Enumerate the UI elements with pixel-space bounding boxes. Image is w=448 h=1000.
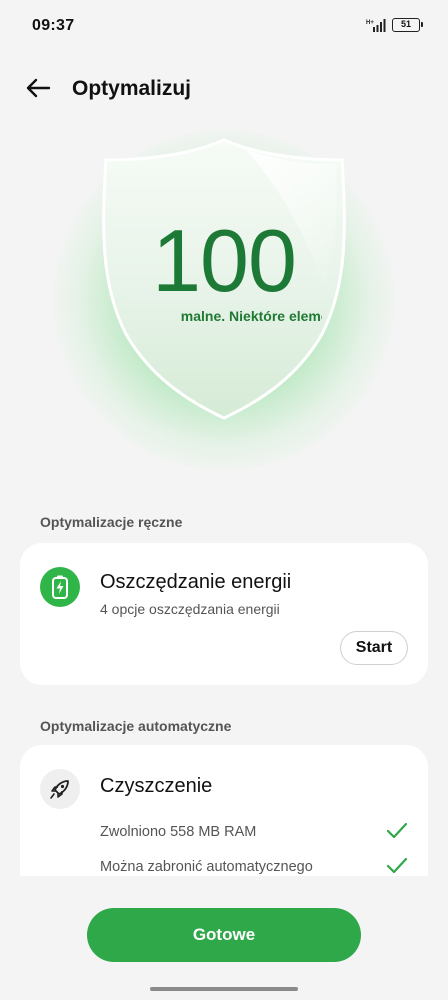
- home-indicator[interactable]: [150, 987, 298, 991]
- score-shield: 100 malne. Niektóre elementy jesz: [0, 110, 448, 490]
- power-saving-title: Oszczędzanie energii: [100, 571, 292, 593]
- status-bar: 09:37 H+ 51: [0, 0, 448, 52]
- arrow-left-icon: [26, 78, 51, 98]
- manual-section-heading: Optymalizacje ręczne: [40, 514, 183, 530]
- app-header: Optymalizuj: [0, 60, 448, 116]
- score-value: 100: [152, 211, 297, 310]
- checkmark-icon: [386, 822, 408, 839]
- battery-icon: 51: [392, 18, 423, 32]
- cleanup-title: Czyszczenie: [100, 775, 213, 797]
- signal-icon: H+: [366, 19, 386, 32]
- page-title: Optymalizuj: [72, 77, 192, 100]
- score-message-marquee: malne. Niektóre elementy jesz: [126, 308, 322, 330]
- start-button[interactable]: Start: [340, 631, 408, 665]
- check-label: Można zabronić automatycznego: [100, 859, 313, 875]
- power-saving-subtitle: 4 opcje oszczędzania energii: [100, 601, 280, 617]
- checkmark-icon: [386, 857, 408, 874]
- check-row: Zwolniono 558 MB RAM: [100, 822, 408, 844]
- score-message: malne. Niektóre elementy jesz: [180, 308, 322, 324]
- battery-saver-icon: [40, 567, 80, 607]
- check-label: Zwolniono 558 MB RAM: [100, 824, 257, 840]
- auto-section-heading: Optymalizacje automatyczne: [40, 718, 232, 734]
- status-time: 09:37: [32, 17, 75, 34]
- network-type-label: H+: [366, 20, 374, 26]
- back-button[interactable]: [22, 72, 54, 104]
- done-button[interactable]: Gotowe: [87, 908, 361, 962]
- rocket-icon: [40, 769, 80, 809]
- power-saving-card[interactable]: Oszczędzanie energii 4 opcje oszczędzani…: [20, 543, 428, 685]
